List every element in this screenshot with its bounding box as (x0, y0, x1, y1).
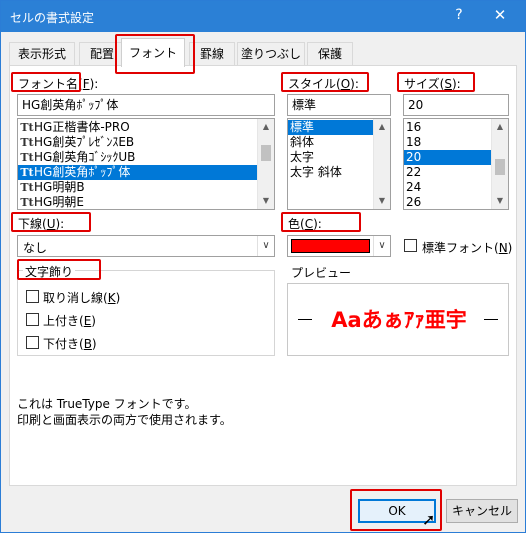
color-swatch (291, 239, 370, 253)
chevron-down-icon[interactable]: ∨ (373, 236, 390, 256)
scroll-thumb[interactable] (261, 145, 271, 161)
info-line-2: 印刷と画面表示の両方で使用されます。 (17, 413, 232, 427)
underline-value: なし (23, 241, 48, 255)
superscript-label: 上付き(E) (43, 314, 96, 328)
size-list-scrollbar[interactable]: ▲ ▼ (491, 119, 508, 209)
superscript-checkbox[interactable] (26, 313, 39, 326)
truetype-icon: Tt (20, 166, 34, 179)
preview-box: Aaあぁｱｧ亜宇 (287, 283, 509, 356)
tab-border[interactable]: 罫線 (189, 42, 235, 66)
chevron-down-icon[interactable]: ∨ (257, 236, 274, 256)
effects-title: 文字飾り (23, 263, 76, 280)
style-list-scrollbar[interactable]: ▲ ▼ (373, 119, 390, 209)
size-input[interactable]: 20 (403, 94, 509, 116)
subscript-checkbox[interactable] (26, 336, 39, 349)
tab-bar: 表示形式 配置 フォント 罫線 塗りつぶし 保護 (9, 38, 517, 67)
truetype-icon: Tt (20, 181, 34, 194)
scroll-down-icon[interactable]: ▼ (258, 193, 274, 209)
scroll-up-icon[interactable]: ▲ (258, 119, 274, 135)
truetype-icon: Tt (20, 196, 34, 209)
list-item-selected[interactable]: TtHG創英角ﾎﾟｯﾌﾟ体 (18, 165, 257, 180)
tab-font[interactable]: フォント (121, 38, 185, 67)
color-select[interactable]: ∨ (287, 235, 391, 257)
info-line-1: これは TrueType フォントです。 (17, 397, 197, 411)
dialog-title: セルの書式設定 (10, 11, 95, 25)
font-name-input[interactable]: HG創英角ﾎﾟｯﾌﾟ体 (17, 94, 275, 116)
font-name-label: フォント名(F): (18, 77, 99, 91)
mouse-cursor-icon: ➚ (422, 510, 436, 529)
format-cells-dialog: セルの書式設定 ? ✕ 表示形式 配置 フォント 罫線 塗りつぶし 保護 フォン… (0, 0, 526, 533)
tab-alignment[interactable]: 配置 (79, 42, 125, 66)
tab-fill[interactable]: 塗りつぶし (237, 42, 305, 66)
tab-number-format[interactable]: 表示形式 (9, 42, 75, 66)
truetype-icon: Tt (20, 121, 34, 134)
scroll-up-icon[interactable]: ▲ (374, 119, 390, 135)
list-item[interactable]: TtHG正楷書体-PRO (18, 120, 274, 135)
tab-protection[interactable]: 保護 (307, 42, 353, 66)
list-item[interactable]: TtHG創英ﾌﾟﾚｾﾞﾝｽEB (18, 135, 274, 150)
size-label: サイズ(S): (404, 77, 461, 91)
font-name-list[interactable]: TtHG正楷書体-PRO TtHG創英ﾌﾟﾚｾﾞﾝｽEB TtHG創英角ｺﾞｼｯ… (17, 118, 275, 210)
cancel-button[interactable]: キャンセル (446, 499, 518, 523)
normal-font-label: 標準フォント(N) (422, 241, 513, 255)
list-item[interactable]: TtHG明朝B (18, 180, 274, 195)
underline-select[interactable]: なし ∨ (17, 235, 275, 257)
close-icon[interactable]: ✕ (492, 6, 508, 24)
truetype-icon: Tt (20, 151, 34, 164)
help-icon[interactable]: ? (452, 7, 466, 23)
style-list[interactable]: 標準 斜体 太字 太字 斜体 ▲ ▼ (287, 118, 391, 210)
list-item-selected[interactable]: 20 (404, 150, 491, 165)
scroll-down-icon[interactable]: ▼ (374, 193, 390, 209)
preview-sample-text: Aaあぁｱｧ亜宇 (331, 308, 467, 332)
scroll-up-icon[interactable]: ▲ (492, 119, 508, 135)
strikethrough-checkbox[interactable] (26, 290, 39, 303)
font-list-scrollbar[interactable]: ▲ ▼ (257, 119, 274, 209)
style-input[interactable]: 標準 (287, 94, 391, 116)
truetype-icon: Tt (20, 136, 34, 149)
normal-font-checkbox[interactable] (404, 239, 417, 252)
scroll-thumb[interactable] (495, 159, 505, 175)
size-list[interactable]: 16 18 20 22 24 26 ▲ ▼ (403, 118, 509, 210)
scroll-down-icon[interactable]: ▼ (492, 193, 508, 209)
preview-title: プレビュー (291, 266, 352, 280)
title-bar: セルの書式設定 ? ✕ (1, 1, 525, 32)
underline-label: 下線(U): (18, 217, 65, 231)
style-label: スタイル(O): (288, 77, 359, 91)
subscript-label: 下付き(B) (43, 337, 97, 351)
strikethrough-label: 取り消し線(K) (43, 291, 121, 305)
list-item-selected[interactable]: 標準 (288, 120, 374, 135)
list-item[interactable]: TtHG創英角ｺﾞｼｯｸUB (18, 150, 274, 165)
list-item[interactable]: TtHG明朝E (18, 195, 274, 209)
color-label: 色(C): (288, 217, 322, 231)
